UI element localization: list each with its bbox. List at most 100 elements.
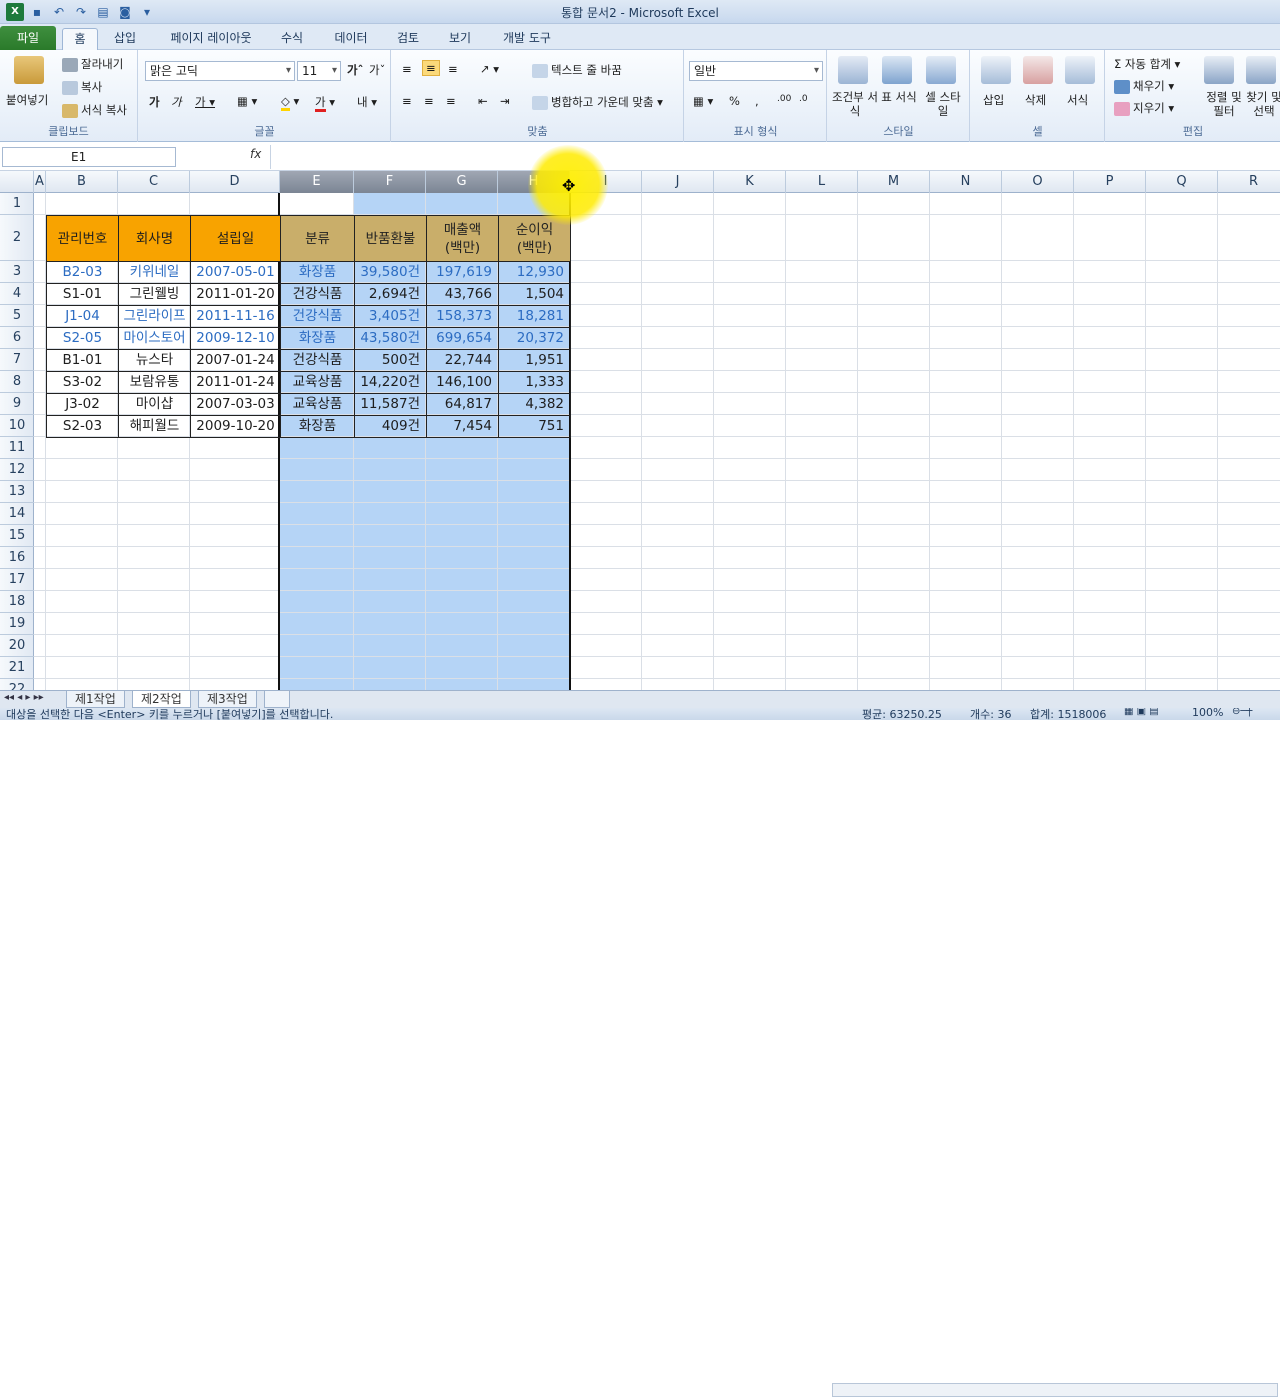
row-header-3[interactable]: 3 — [0, 261, 34, 283]
table-cell[interactable]: 그린라이프 — [118, 305, 191, 328]
table-cell[interactable]: 2011-01-20 — [190, 283, 281, 306]
table-cell[interactable]: 146,100 — [426, 371, 499, 394]
column-header-j[interactable]: J — [642, 171, 714, 193]
row-header-14[interactable]: 14 — [0, 503, 34, 525]
tab-home[interactable]: 홈 — [62, 28, 98, 50]
table-cell[interactable]: 1,951 — [498, 349, 571, 372]
table-cell[interactable]: 409건 — [354, 415, 427, 438]
sort-filter-icon[interactable] — [1204, 56, 1234, 84]
row-header-2[interactable]: 2 — [0, 215, 34, 261]
align-bottom-icon[interactable]: ≡ — [448, 62, 458, 76]
column-header-q[interactable]: Q — [1146, 171, 1218, 193]
table-header-cell[interactable]: 관리번호 — [46, 215, 119, 262]
format-table-button[interactable]: 표 서식 — [878, 90, 920, 104]
merge-center-button[interactable]: 병합하고 가운데 맞춤 ▾ — [532, 94, 663, 110]
table-header-cell[interactable]: 매출액 (백만) — [426, 215, 499, 262]
wrap-text-button[interactable]: 텍스트 줄 바꿈 — [532, 62, 622, 78]
column-header-b[interactable]: B — [46, 171, 118, 193]
column-header-l[interactable]: L — [786, 171, 858, 193]
row-header-7[interactable]: 7 — [0, 349, 34, 371]
row-header-4[interactable]: 4 — [0, 283, 34, 305]
clear-button[interactable]: 지우기 ▾ — [1114, 100, 1174, 116]
column-header-m[interactable]: M — [858, 171, 930, 193]
shrink-font-icon[interactable]: 가ˇ — [369, 62, 385, 78]
format-table-icon[interactable] — [882, 56, 912, 84]
font-color-icon[interactable]: 가 ▾ — [315, 94, 335, 112]
delete-cells-icon[interactable] — [1023, 56, 1053, 84]
table-cell[interactable]: 2007-01-24 — [190, 349, 281, 372]
column-header-a[interactable]: A — [34, 171, 46, 193]
border-icon[interactable]: ▦ ▾ — [237, 94, 257, 108]
table-cell[interactable]: 뉴스타 — [118, 349, 191, 372]
table-header-cell[interactable]: 회사명 — [118, 215, 191, 262]
table-cell[interactable]: S1-01 — [46, 283, 119, 306]
table-cell[interactable]: 64,817 — [426, 393, 499, 416]
table-header-cell[interactable]: 설립일 — [190, 215, 281, 262]
insert-cells-icon[interactable] — [981, 56, 1011, 84]
table-cell[interactable]: 건강식품 — [280, 349, 355, 372]
row-header-5[interactable]: 5 — [0, 305, 34, 327]
table-cell[interactable]: B2-03 — [46, 261, 119, 284]
accounting-icon[interactable]: ▦ ▾ — [693, 94, 713, 108]
percent-icon[interactable]: % — [729, 94, 740, 108]
column-header-g[interactable]: G — [426, 171, 498, 193]
row-header-10[interactable]: 10 — [0, 415, 34, 437]
row-header-20[interactable]: 20 — [0, 635, 34, 657]
column-header-r[interactable]: R — [1218, 171, 1280, 193]
row-header-1[interactable]: 1 — [0, 193, 34, 215]
column-header-e[interactable]: E — [280, 171, 354, 193]
table-cell[interactable]: 화장품 — [280, 415, 355, 438]
column-header-k[interactable]: K — [714, 171, 786, 193]
sort-filter-button[interactable]: 정렬 및 필터 — [1202, 90, 1246, 118]
row-header-12[interactable]: 12 — [0, 459, 34, 481]
align-middle-icon[interactable]: ≡ — [422, 60, 440, 76]
table-header-cell[interactable]: 분류 — [280, 215, 355, 262]
tab-insert[interactable]: 삽입 — [104, 28, 146, 50]
table-cell[interactable]: 18,281 — [498, 305, 571, 328]
sheet-nav-icon[interactable]: ◂◂ ◂ ▸ ▸▸ — [4, 692, 44, 703]
delete-cells-button[interactable]: 삭제 — [1025, 92, 1046, 108]
format-cells-icon[interactable] — [1065, 56, 1095, 84]
table-cell[interactable]: 197,619 — [426, 261, 499, 284]
row-header-9[interactable]: 9 — [0, 393, 34, 415]
table-cell[interactable]: 해피월드 — [118, 415, 191, 438]
row-header-13[interactable]: 13 — [0, 481, 34, 503]
table-cell[interactable]: 11,587건 — [354, 393, 427, 416]
table-cell[interactable]: 2007-03-03 — [190, 393, 281, 416]
decrease-decimal-icon[interactable]: .0 — [799, 94, 808, 104]
table-cell[interactable]: 1,504 — [498, 283, 571, 306]
row-header-16[interactable]: 16 — [0, 547, 34, 569]
tab-page-layout[interactable]: 페이지 레이아웃 — [156, 28, 266, 50]
tab-file[interactable]: 파일 — [0, 26, 56, 50]
table-cell[interactable]: 12,930 — [498, 261, 571, 284]
column-header-d[interactable]: D — [190, 171, 280, 193]
format-cells-button[interactable]: 서식 — [1067, 92, 1088, 108]
align-top-icon[interactable]: ≡ — [402, 62, 412, 76]
zoom-level[interactable]: 100% — [1192, 708, 1223, 719]
table-cell[interactable]: B1-01 — [46, 349, 119, 372]
insert-cells-button[interactable]: 삽입 — [983, 92, 1004, 108]
horizontal-scrollbar[interactable] — [832, 1383, 1278, 1397]
table-cell[interactable]: 14,220건 — [354, 371, 427, 394]
table-cell[interactable]: 화장품 — [280, 261, 355, 284]
comma-icon[interactable]: , — [755, 94, 759, 108]
column-header-n[interactable]: N — [930, 171, 1002, 193]
decrease-indent-icon[interactable]: ⇤ — [478, 94, 488, 108]
insert-function-button[interactable]: fx — [250, 147, 261, 161]
increase-decimal-icon[interactable]: .00 — [777, 94, 791, 104]
table-cell[interactable]: 교육상품 — [280, 371, 355, 394]
table-cell[interactable]: J3-02 — [46, 393, 119, 416]
table-header-cell[interactable]: 반품환불 — [354, 215, 427, 262]
sheet-tab-1[interactable]: 제1작업 — [66, 691, 125, 708]
name-box[interactable]: E1 — [2, 147, 176, 167]
view-buttons-icon[interactable]: ▦ ▣ ▤ — [1124, 708, 1159, 717]
table-cell[interactable]: S2-03 — [46, 415, 119, 438]
table-cell[interactable]: 건강식품 — [280, 283, 355, 306]
zoom-slider[interactable]: ⊖─┼ — [1232, 708, 1252, 717]
tab-formulas[interactable]: 수식 — [272, 28, 312, 50]
bold-icon[interactable]: 가 — [149, 94, 160, 110]
table-cell[interactable]: S2-05 — [46, 327, 119, 350]
paste-button[interactable]: 붙여넣기 — [6, 92, 48, 108]
tab-review[interactable]: 검토 — [388, 28, 428, 50]
row-header-8[interactable]: 8 — [0, 371, 34, 393]
